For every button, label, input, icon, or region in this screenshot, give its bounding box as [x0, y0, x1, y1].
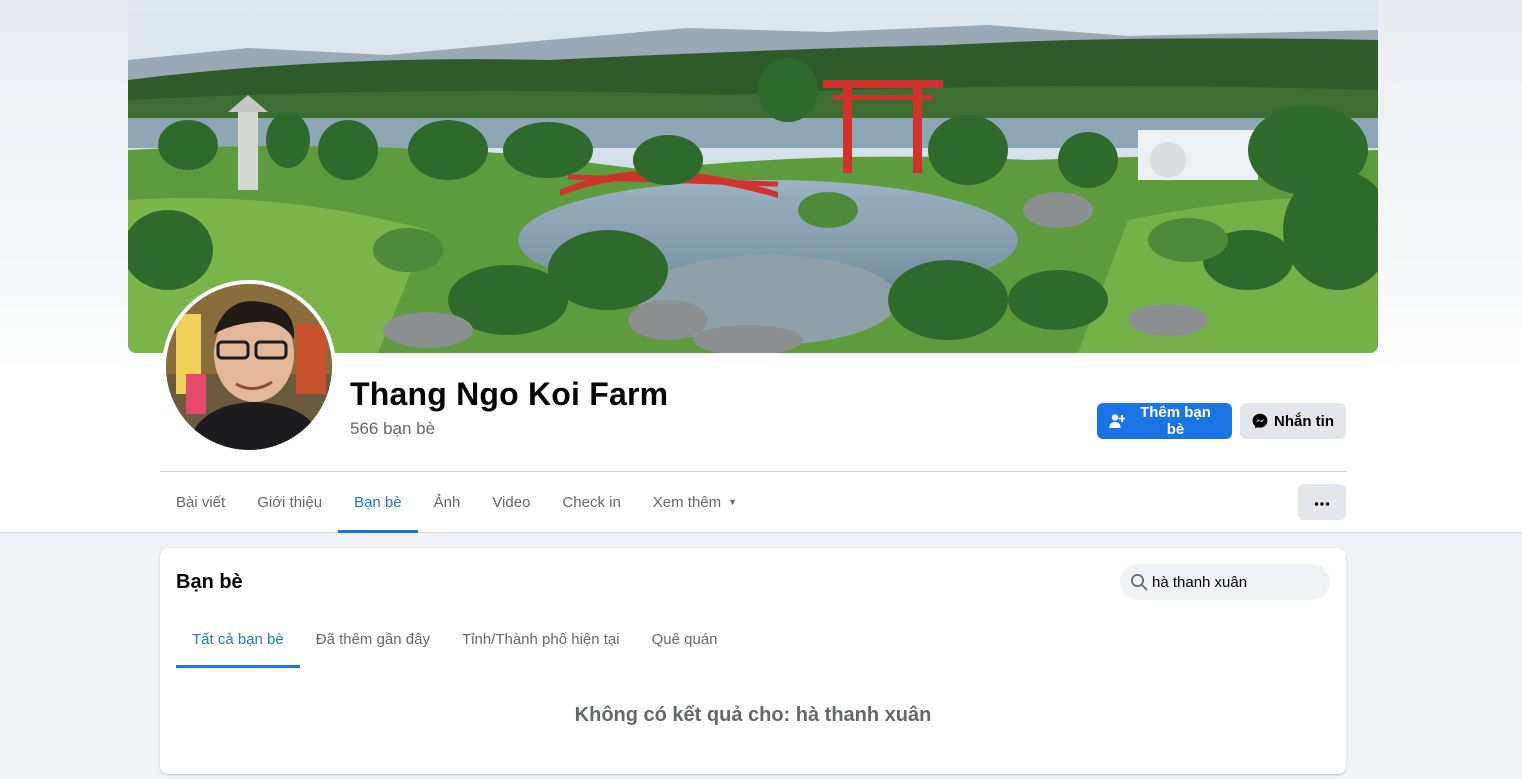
- tab-label: Bài viết: [176, 493, 226, 511]
- tab-friends[interactable]: Bạn bè: [338, 472, 418, 533]
- add-friend-button[interactable]: Thêm bạn bè: [1097, 403, 1232, 439]
- subtab-hometown[interactable]: Quê quán: [636, 610, 734, 668]
- profile-name: Thang Ngo Koi Farm: [350, 376, 669, 412]
- tab-label: Check in: [562, 493, 621, 511]
- subtab-current-city[interactable]: Tỉnh/Thành phố hiện tại: [446, 610, 636, 668]
- more-options-button[interactable]: [1298, 484, 1346, 520]
- tab-label: Giới thiệu: [257, 493, 323, 511]
- message-button[interactable]: Nhắn tin: [1240, 403, 1346, 439]
- tab-label: Ảnh: [433, 493, 461, 511]
- search-icon: [1130, 573, 1148, 591]
- cover-photo[interactable]: [128, 0, 1378, 353]
- subtab-label: Tất cả bạn bè: [192, 630, 284, 648]
- friends-title: Bạn bè: [176, 571, 243, 593]
- tab-check-ins[interactable]: Check in: [546, 472, 636, 532]
- subtab-label: Quê quán: [651, 630, 718, 648]
- tab-label: Video: [492, 493, 531, 511]
- tab-more[interactable]: Xem thêm ▼: [637, 472, 753, 532]
- friend-count[interactable]: 566 bạn bè: [350, 419, 435, 439]
- tab-label: Xem thêm: [652, 493, 722, 511]
- friends-search[interactable]: [1120, 564, 1330, 600]
- friends-subtabs: Tất cả bạn bè Đã thêm gần đây Tỉnh/Thành…: [176, 610, 734, 668]
- ellipsis-icon: [1314, 493, 1330, 511]
- search-input[interactable]: [1152, 573, 1322, 591]
- tab-about[interactable]: Giới thiệu: [241, 472, 338, 532]
- subtab-label: Đã thêm gần đây: [315, 630, 430, 648]
- no-results-message: Không có kết quả cho: hà thanh xuân: [574, 704, 932, 726]
- friends-card: Bạn bè Tất cả bạn bè Đã thêm gần đây Tỉn…: [160, 548, 1346, 774]
- profile-header: Thang Ngo Koi Farm 566 bạn bè Thêm bạn b…: [0, 0, 1522, 533]
- add-person-icon: [1109, 413, 1125, 429]
- tab-posts[interactable]: Bài viết: [160, 472, 241, 532]
- add-friend-label: Thêm bạn bè: [1140, 404, 1211, 438]
- caret-down-icon: ▼: [728, 497, 738, 507]
- subtab-recently-added[interactable]: Đã thêm gần đây: [300, 610, 446, 668]
- profile-tabs: Bài viết Giới thiệu Bạn bè Ảnh Video Che…: [160, 472, 753, 533]
- messenger-icon: [1252, 413, 1268, 429]
- profile-avatar[interactable]: [162, 280, 336, 454]
- subtab-all-friends[interactable]: Tất cả bạn bè: [176, 610, 300, 668]
- tab-photos[interactable]: Ảnh: [418, 472, 477, 532]
- tab-videos[interactable]: Video: [476, 472, 546, 532]
- subtab-label: Tỉnh/Thành phố hiện tại: [461, 630, 620, 648]
- message-label: Nhắn tin: [1274, 412, 1334, 430]
- tab-label: Bạn bè: [354, 493, 402, 511]
